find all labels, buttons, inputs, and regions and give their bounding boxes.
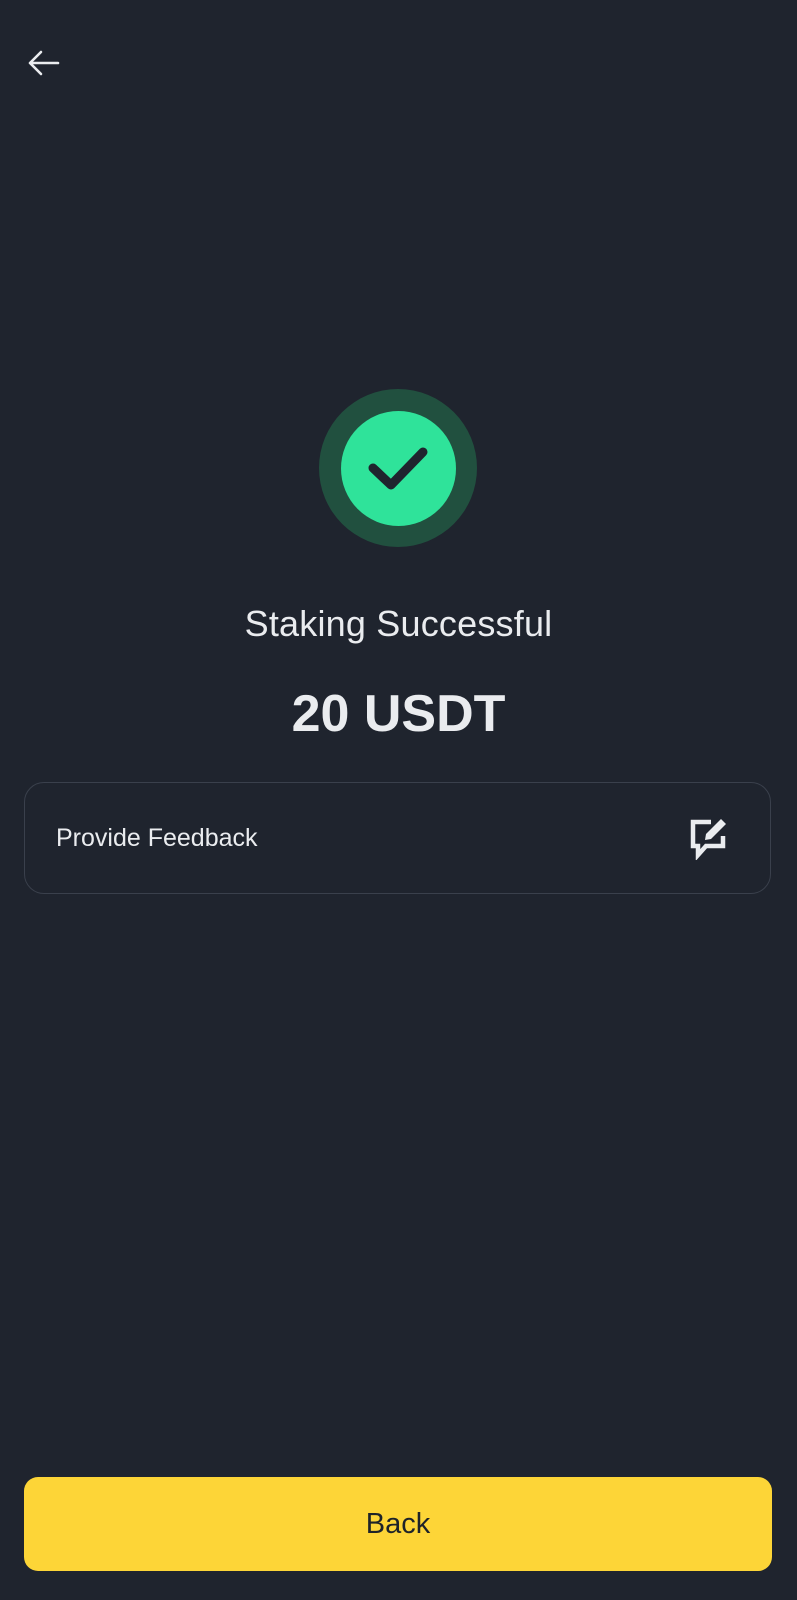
back-arrow-button[interactable] (22, 42, 64, 84)
status-title: Staking Successful (244, 603, 553, 644)
provide-feedback-label: Provide Feedback (56, 823, 258, 852)
success-status-icon (319, 389, 477, 547)
arrow-left-icon (28, 50, 60, 76)
success-circle (340, 410, 456, 526)
edit-feedback-icon (688, 815, 730, 861)
provide-feedback-row[interactable]: Provide Feedback (24, 782, 771, 894)
back-button[interactable]: Back (24, 1477, 772, 1571)
check-icon (368, 447, 428, 490)
staked-amount: 20 USDT (291, 685, 506, 743)
